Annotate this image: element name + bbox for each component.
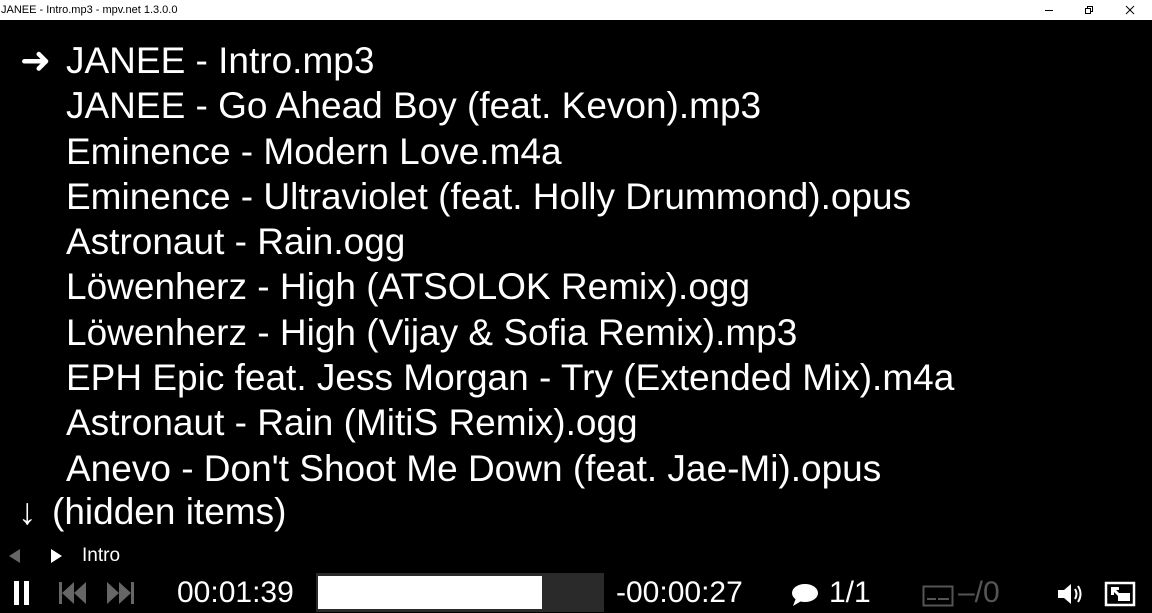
title-bar: JANEE - Intro.mp3 - mpv.net 1.3.0.0 <box>0 0 1152 20</box>
playlist-item[interactable]: Astronaut - Rain (MitiS Remix).ogg <box>0 402 1152 447</box>
playlist-item-label: Astronaut - Rain.ogg <box>66 221 406 263</box>
hidden-items-label: (hidden items) <box>52 491 287 532</box>
seekbar-progress <box>318 576 542 609</box>
chapter-row: Intro <box>0 542 400 570</box>
skip-forward-icon[interactable] <box>105 581 135 605</box>
minimize-button[interactable] <box>1029 0 1069 20</box>
audio-track-label[interactable]: 1/1 <box>829 573 871 613</box>
elapsed-time[interactable]: 00:01:39 <box>177 573 294 613</box>
playlist-item[interactable]: EPH Epic feat. Jess Morgan - Try (Extend… <box>0 357 1152 402</box>
playlist-item[interactable]: Astronaut - Rain.ogg <box>0 221 1152 266</box>
window-title: JANEE - Intro.mp3 - mpv.net 1.3.0.0 <box>1 4 178 16</box>
subtitle-track-label[interactable]: –/0 <box>958 573 1000 613</box>
playlist-item[interactable]: Eminence - Ultraviolet (feat. Holly Drum… <box>0 176 1152 221</box>
fullscreen-icon[interactable] <box>1104 581 1136 607</box>
playlist-item[interactable]: Löwenherz - High (ATSOLOK Remix).ogg <box>0 266 1152 311</box>
restore-button[interactable] <box>1069 0 1109 20</box>
playlist-overlay: ➜ JANEE - Intro.mp3 JANEE - Go Ahead Boy… <box>0 40 1152 493</box>
minimize-icon <box>1045 10 1053 11</box>
close-icon <box>1125 5 1135 15</box>
playlist-item-label: Löwenherz - High (ATSOLOK Remix).ogg <box>66 266 751 308</box>
speech-bubble-icon[interactable] <box>790 583 820 607</box>
playlist-item[interactable]: Löwenherz - High (Vijay & Sofia Remix).m… <box>0 312 1152 357</box>
playlist-item[interactable]: JANEE - Go Ahead Boy (feat. Kevon).mp3 <box>0 85 1152 130</box>
osc-bar: 00:01:39 -00:00:27 1/1 –/0 <box>0 572 1152 612</box>
seekbar[interactable] <box>316 573 604 612</box>
previous-chapter-icon[interactable] <box>9 549 20 563</box>
playlist-item-label: JANEE - Intro.mp3 <box>66 40 375 81</box>
playlist-item-label: Löwenherz - High (Vijay & Sofia Remix).m… <box>66 311 798 353</box>
playlist-item[interactable]: Anevo - Don't Shoot Me Down (feat. Jae-M… <box>0 448 1152 493</box>
playlist-item-label: Astronaut - Rain (MitiS Remix).ogg <box>66 402 638 444</box>
playlist-item-label: EPH Epic feat. Jess Morgan - Try (Extend… <box>66 357 955 399</box>
skip-back-icon[interactable] <box>58 581 88 605</box>
current-item-arrow-icon: ➜ <box>20 40 52 81</box>
next-chapter-icon[interactable] <box>51 549 62 563</box>
playlist-item[interactable]: ➜ JANEE - Intro.mp3 <box>0 40 1152 85</box>
speaker-icon[interactable] <box>1056 581 1086 607</box>
remaining-time[interactable]: -00:00:27 <box>616 573 743 613</box>
subtitle-icon[interactable] <box>922 584 954 608</box>
playlist-item-label: JANEE - Go Ahead Boy (feat. Kevon).mp3 <box>66 85 762 127</box>
close-button[interactable] <box>1110 0 1150 20</box>
playlist-item-label: Eminence - Ultraviolet (feat. Holly Drum… <box>66 175 912 217</box>
down-arrow-icon: ↓ <box>18 491 37 532</box>
pause-icon[interactable] <box>12 580 32 606</box>
restore-icon <box>1085 6 1093 14</box>
playlist-item-label: Anevo - Don't Shoot Me Down (feat. Jae-M… <box>66 447 882 489</box>
chapter-title: Intro <box>82 545 121 566</box>
playlist-item-label: Eminence - Modern Love.m4a <box>66 130 562 172</box>
hidden-items-indicator: ↓ (hidden items) <box>18 491 286 532</box>
playlist-item[interactable]: Eminence - Modern Love.m4a <box>0 131 1152 176</box>
